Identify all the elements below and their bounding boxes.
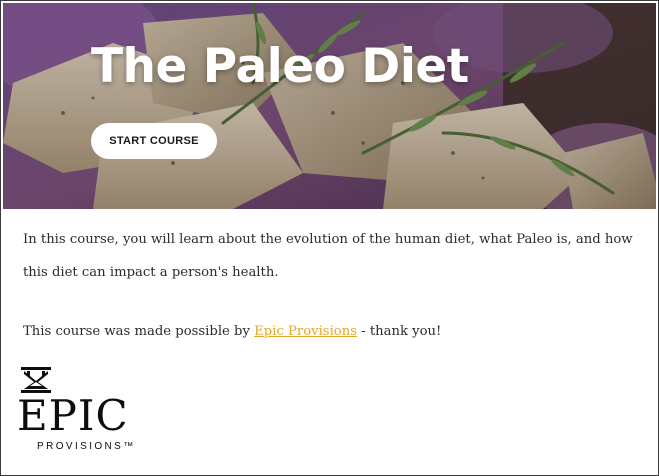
start-course-button[interactable]: START COURSE — [91, 123, 217, 159]
logo-wordmark: EPIC — [17, 391, 129, 440]
intro-paragraph: In this course, you will learn about the… — [23, 232, 633, 280]
credit-prefix-text: This course was made possible by — [23, 324, 255, 339]
credit-suffix-text: - thank you! — [357, 324, 442, 339]
paleo-food-photo — [3, 3, 656, 209]
epic-provisions-link[interactable]: Epic Provisions — [254, 324, 357, 339]
course-card: The Paleo Diet START COURSE In this cour… — [0, 0, 659, 476]
course-hero-banner: The Paleo Diet START COURSE — [3, 3, 656, 209]
course-description: In this course, you will learn about the… — [23, 223, 643, 348]
epic-provisions-logo: EPIC PROVISIONS™ — [17, 367, 167, 457]
logo-subtitle: PROVISIONS™ — [37, 441, 136, 452]
epic-crest-icon — [21, 367, 51, 393]
course-title: The Paleo Diet — [91, 39, 469, 94]
credit-paragraph: This course was made possible by Epic Pr… — [23, 315, 643, 348]
